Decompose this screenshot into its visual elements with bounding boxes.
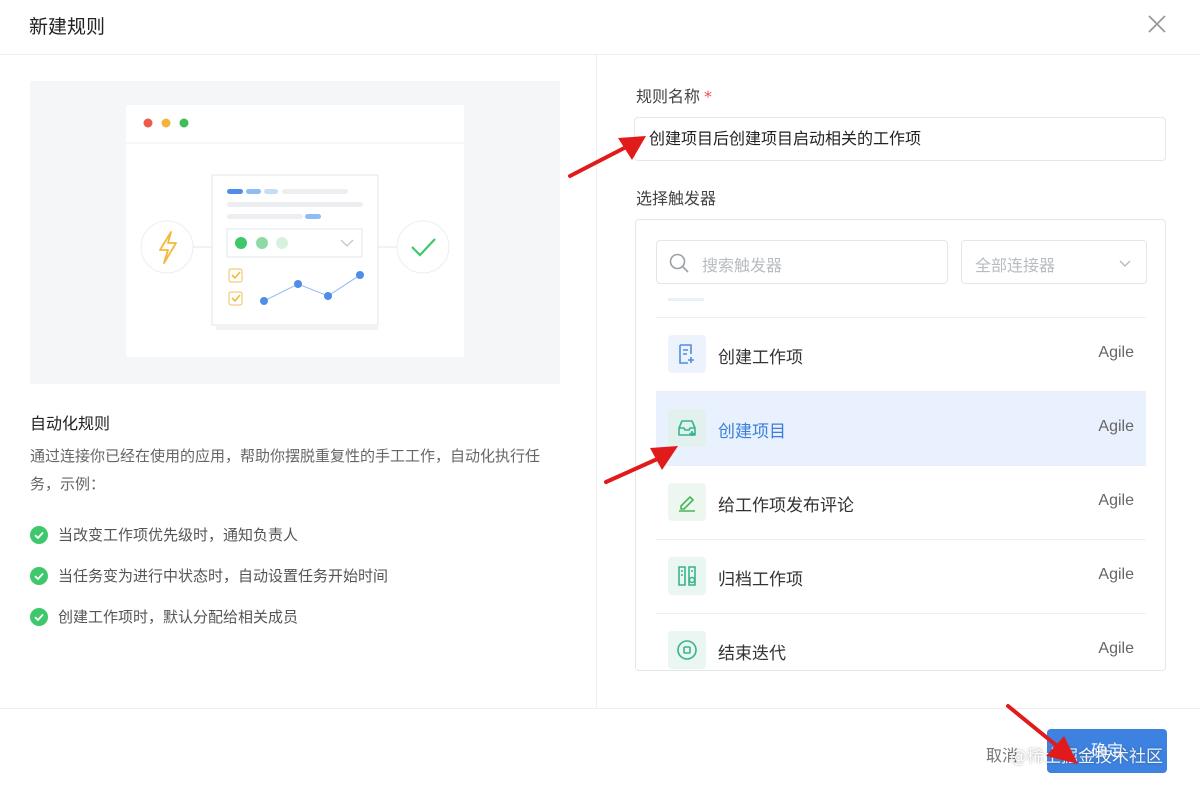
rule-name-label-text: 规则名称: [636, 87, 701, 106]
trigger-list: 创建工作项 Agile 创建项目 Agile 给工作项发布评论 Agile 归档…: [656, 298, 1146, 670]
rule-name-label: 规则名称 *: [636, 83, 712, 107]
trigger-tag: Agile: [1098, 418, 1134, 435]
trigger-name: 创建项目: [718, 422, 786, 442]
trigger-tag: Agile: [1098, 492, 1134, 509]
example-text: 当改变工作项优先级时，通知负责人: [58, 526, 299, 544]
pen-icon: [668, 483, 706, 521]
circle-stop-icon: [668, 631, 706, 669]
cancel-button[interactable]: 取消: [986, 742, 1018, 766]
connector-select-value: 全部连接器: [975, 256, 1056, 275]
automation-illustration: [30, 81, 560, 384]
trigger-picker: 搜索触发器 全部连接器 创建工作项 Agile 创建项目 Agile 给工作项发…: [635, 219, 1166, 671]
trigger-item-archive[interactable]: 归档工作项 Agile: [656, 540, 1146, 614]
rule-form: 规则名称 * 创建项目后创建项目启动相关的工作项 选择触发器 搜索触发器 全部连接…: [598, 55, 1200, 708]
connector-select[interactable]: 全部连接器: [961, 240, 1147, 284]
example-item: 创建工作项时，默认分配给相关成员: [30, 596, 388, 637]
document-add-icon: [668, 335, 706, 373]
intro-title: 自动化规则: [30, 414, 111, 433]
example-text: 创建工作项时，默认分配给相关成员: [58, 608, 299, 626]
intro-panel: 自动化规则 通过连接你已经在使用的应用，帮助你摆脱重复性的手工工作，自动化执行任…: [0, 55, 597, 708]
trigger-item-end-sprint[interactable]: 结束迭代 Agile: [656, 614, 1146, 670]
search-placeholder: 搜索触发器: [702, 256, 783, 275]
trigger-name: 创建工作项: [718, 348, 803, 368]
check-circle-icon: [30, 566, 48, 585]
trigger-item-create-workitem[interactable]: 创建工作项 Agile: [656, 318, 1146, 392]
trigger-label: 选择触发器: [636, 189, 717, 208]
trigger-name: 给工作项发布评论: [718, 496, 854, 516]
dialog-title: 新建规则: [29, 16, 106, 38]
dialog-footer: 取消 确定 @稀土掘金技术社区: [0, 708, 1200, 786]
list-item-partial: [656, 298, 1146, 318]
check-circle-icon: [30, 525, 48, 544]
example-list: 当改变工作项优先级时，通知负责人 当任务变为进行中状态时，自动设置任务开始时间 …: [30, 514, 388, 637]
trigger-tag: Agile: [1098, 566, 1134, 583]
close-icon[interactable]: [1146, 13, 1168, 35]
trigger-tag: Agile: [1098, 640, 1134, 657]
example-item: 当任务变为进行中状态时，自动设置任务开始时间: [30, 555, 388, 596]
search-icon: [669, 253, 689, 273]
intro-description: 通过连接你已经在使用的应用，帮助你摆脱重复性的手工工作，自动化执行任务，示例：: [30, 447, 541, 493]
trigger-name: 归档工作项: [718, 570, 803, 590]
dialog-header: 新建规则: [0, 0, 1200, 55]
inbox-add-icon: [668, 409, 706, 447]
chevron-down-icon: [1119, 260, 1131, 267]
archive-icon: [668, 557, 706, 595]
trigger-name: 结束迭代: [718, 644, 786, 664]
trigger-item-create-project[interactable]: 创建项目 Agile: [656, 392, 1146, 466]
example-item: 当改变工作项优先级时，通知负责人: [30, 514, 388, 555]
trigger-tag: Agile: [1098, 344, 1134, 361]
check-circle-icon: [30, 607, 48, 626]
required-mark: *: [704, 87, 713, 106]
example-text: 当任务变为进行中状态时，自动设置任务开始时间: [58, 567, 389, 585]
rule-name-input[interactable]: 创建项目后创建项目启动相关的工作项: [634, 117, 1166, 161]
trigger-item-comment[interactable]: 给工作项发布评论 Agile: [656, 466, 1146, 540]
trigger-search-input[interactable]: 搜索触发器: [656, 240, 948, 284]
confirm-button[interactable]: 确定: [1047, 729, 1167, 773]
